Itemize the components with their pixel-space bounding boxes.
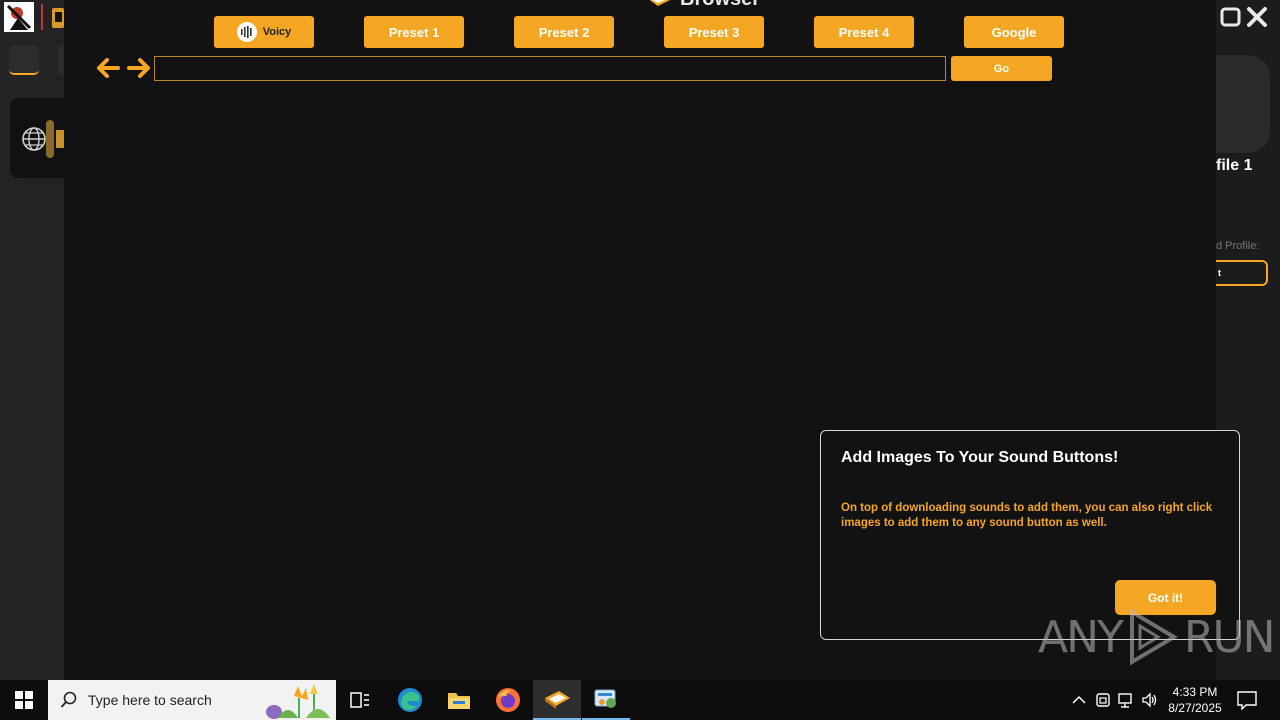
globe-icon xyxy=(22,127,46,151)
preset-label: Voicy xyxy=(262,26,292,38)
preset-button-1[interactable]: Preset 1 xyxy=(364,16,464,48)
task-view-icon xyxy=(350,692,369,708)
preset-label: Preset 4 xyxy=(838,24,890,40)
close-icon[interactable] xyxy=(1246,6,1268,28)
chevron-up-icon[interactable] xyxy=(1070,691,1088,709)
browser-logo-icon xyxy=(649,0,670,6)
taskbar-search[interactable]: Type here to search xyxy=(48,680,336,720)
clock-date: 8/27/2025 xyxy=(1168,701,1222,715)
browser-title: Browser xyxy=(680,0,760,11)
volume-slider[interactable] xyxy=(46,120,54,158)
play-logo-icon xyxy=(1129,608,1178,666)
profile-name: file 1 xyxy=(1216,157,1253,174)
rail-handle[interactable] xyxy=(56,130,64,148)
search-highlight-flowers-icon xyxy=(266,684,330,719)
preset-label: Google xyxy=(991,24,1037,40)
system-clock[interactable]: 4:33 PM 8/27/2025 xyxy=(1160,684,1230,716)
voicy-waveform-icon xyxy=(236,22,257,42)
taskbar: Type here to search 4:33 PM 8/27/2025 xyxy=(0,680,1280,720)
firefox-icon xyxy=(496,688,520,712)
back-arrow-icon[interactable] xyxy=(96,58,120,78)
file-explorer-icon xyxy=(448,693,470,709)
start-button[interactable] xyxy=(0,680,48,720)
control-panel-icon xyxy=(594,689,616,708)
windows-logo-icon xyxy=(15,691,33,709)
tip-title: Add Images To Your Sound Buttons! xyxy=(841,449,1119,466)
notification-icon[interactable] xyxy=(1236,690,1258,710)
clock-time: 4:33 PM xyxy=(1172,685,1218,699)
firefox-button[interactable] xyxy=(484,680,532,720)
file-explorer-button[interactable] xyxy=(435,680,483,720)
rail-divider xyxy=(41,4,43,30)
url-input[interactable] xyxy=(154,56,946,81)
rail-tab-active[interactable] xyxy=(9,45,39,75)
tip-body: On top of downloading sounds to add them… xyxy=(841,502,1213,529)
preset-button-4[interactable]: Preset 4 xyxy=(814,16,914,48)
maximize-icon[interactable] xyxy=(1220,6,1242,28)
watermark-text-left: ANY xyxy=(1038,611,1124,663)
preset-button-2[interactable]: Preset 2 xyxy=(514,16,614,48)
voicemod-soundboard-icon xyxy=(545,691,570,709)
anyrun-watermark: ANY RUN xyxy=(1038,608,1276,666)
preset-button-3[interactable]: Preset 3 xyxy=(664,16,764,48)
window-controls xyxy=(1216,4,1280,30)
preset-label: Preset 2 xyxy=(538,24,590,40)
task-view-button[interactable] xyxy=(336,680,384,720)
browser-brand: Browser xyxy=(642,0,760,10)
search-icon xyxy=(60,691,77,708)
profile-select[interactable]: t xyxy=(1210,260,1268,286)
preset-button-google[interactable]: Google xyxy=(964,16,1064,48)
profile-avatar-card xyxy=(1216,55,1270,153)
preset-button-voicy[interactable]: Voicy xyxy=(214,16,314,48)
network-icon[interactable] xyxy=(1117,691,1135,709)
profile-label: d Profile: xyxy=(1216,240,1260,252)
volume-icon[interactable] xyxy=(1141,691,1159,709)
search-placeholder: Type here to search xyxy=(88,692,212,708)
preset-label: Preset 3 xyxy=(688,24,740,40)
watermark-text-right: RUN xyxy=(1183,611,1276,663)
browser-tab-icon[interactable] xyxy=(48,2,64,32)
voicemod-soundboard-button[interactable] xyxy=(533,680,581,720)
app-logo-icon[interactable] xyxy=(4,2,34,32)
go-button[interactable]: Go xyxy=(951,56,1052,81)
forward-arrow-icon[interactable] xyxy=(127,58,151,78)
control-panel-button[interactable] xyxy=(582,680,630,720)
left-rail xyxy=(0,0,64,680)
meet-now-icon[interactable] xyxy=(1094,691,1112,709)
edge-icon xyxy=(398,688,422,712)
preset-label: Preset 1 xyxy=(388,24,440,40)
edge-button[interactable] xyxy=(386,680,434,720)
